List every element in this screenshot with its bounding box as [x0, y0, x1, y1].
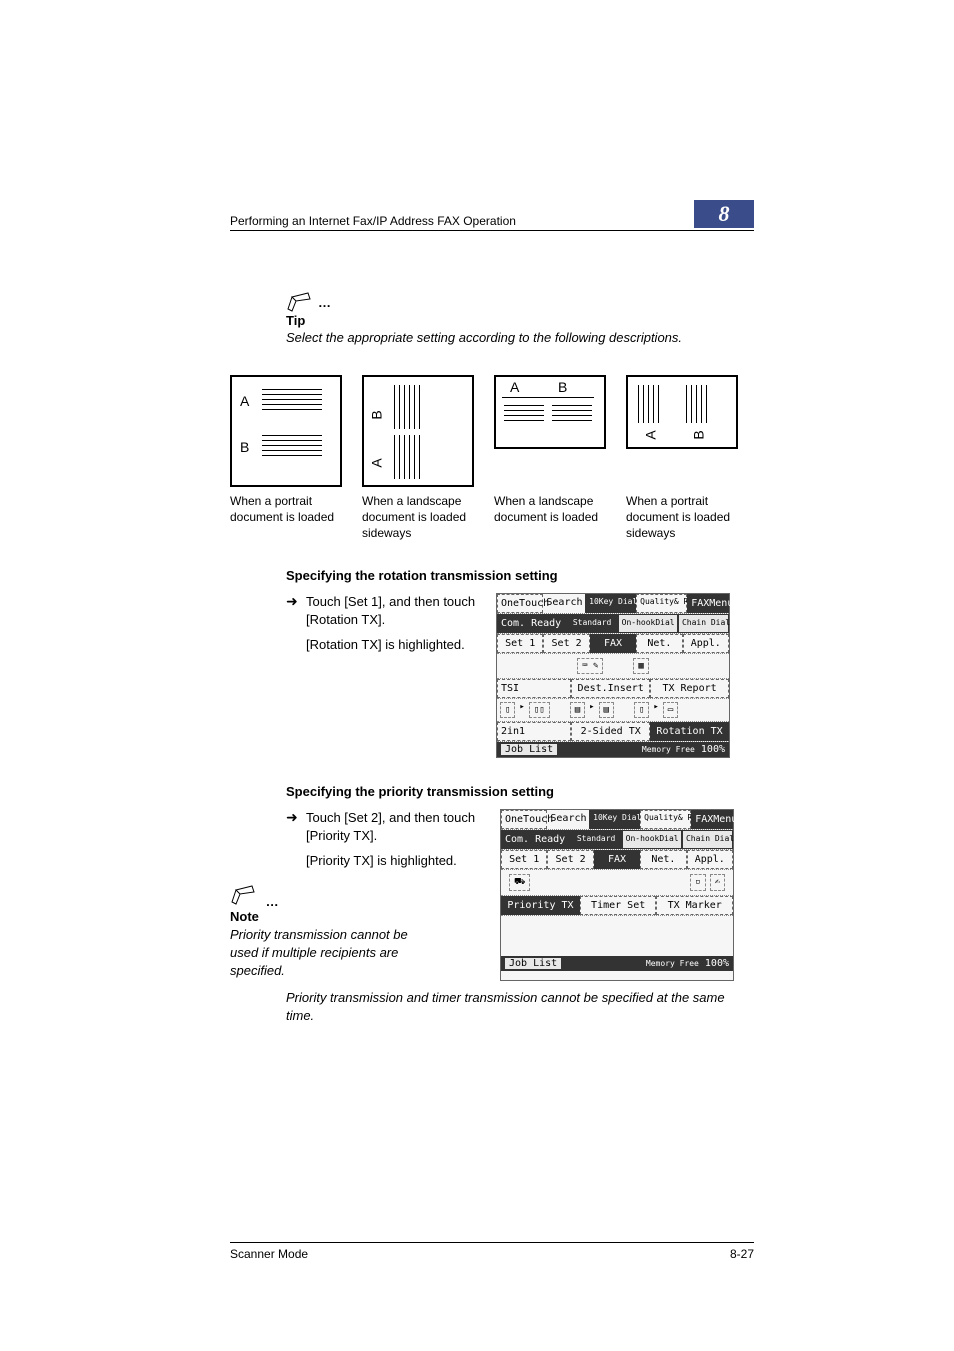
icon-1: ⌨ ✎ [577, 658, 603, 674]
mark-on-icon: ✍ [710, 874, 725, 891]
lcd-screen-rotation: OneTouch Search 10Key Dialing Quality& R… [496, 593, 730, 758]
pencil-icon [230, 884, 258, 906]
header-title: Performing an Internet Fax/IP Address FA… [230, 214, 694, 228]
pages2-icon: ▯▯ [529, 702, 550, 718]
lcd-screen-priority: OneTouch Search 10Key Dialing Quality& R… [500, 809, 734, 981]
section-heading-rotation: Specifying the rotation transmission set… [286, 568, 754, 583]
footer-left: Scanner Mode [230, 1247, 308, 1261]
mark-off-icon: ▫ [690, 874, 705, 891]
page-header: Performing an Internet Fax/IP Address FA… [230, 200, 754, 231]
diagram-portrait-sideways: A B [626, 375, 738, 449]
dots [314, 295, 331, 310]
section-heading-priority: Specifying the priority transmission set… [286, 784, 754, 799]
note-label: Note [230, 909, 490, 924]
diagram-caption: When a landscape document is loaded side… [362, 493, 474, 542]
step-text: Touch [Set 1], and then touch [Rotation … [306, 593, 486, 629]
footer-right: 8-27 [730, 1247, 754, 1261]
diagram-landscape: A B [494, 375, 606, 449]
note-text-1: Priority transmission cannot be used if … [230, 926, 430, 981]
pencil-icon [286, 291, 314, 313]
icon-2: ▦ [633, 658, 648, 674]
diagram-portrait: A B [230, 375, 342, 487]
note-text-2: Priority transmission and timer transmis… [286, 989, 754, 1025]
rot-icon: ▯ [634, 702, 649, 718]
step-arrow-icon: ➜ [286, 809, 306, 868]
diagram-caption: When a landscape document is loaded [494, 493, 606, 525]
tip-text: Select the appropriate setting according… [286, 330, 754, 345]
doc-icon: ▤ [570, 702, 585, 718]
step-sub: [Rotation TX] is highlighted. [306, 637, 486, 652]
step-text: Touch [Set 2], and then touch [Priority … [306, 809, 486, 845]
dots [262, 894, 279, 909]
step-arrow-icon: ➜ [286, 593, 306, 758]
tip-label: Tip [286, 313, 754, 328]
doc2-icon: ▤ [599, 702, 614, 718]
tip-block: Tip Select the appropriate setting accor… [286, 291, 754, 345]
chapter-badge: 8 [694, 200, 754, 228]
page-footer: Scanner Mode 8-27 [230, 1242, 754, 1261]
diagram-landscape-sideways: B A [362, 375, 474, 487]
orientation-diagrams: A B When a portrait document is loaded B… [230, 375, 754, 542]
diagram-caption: When a portrait document is loaded [230, 493, 342, 525]
priority-icon: ⛟ [509, 874, 530, 891]
diagram-caption: When a portrait document is loaded sidew… [626, 493, 738, 542]
rot2-icon: ▭ [663, 702, 678, 718]
pages-icon: ▯ [500, 702, 515, 718]
step-sub: [Priority TX] is highlighted. [306, 853, 486, 868]
